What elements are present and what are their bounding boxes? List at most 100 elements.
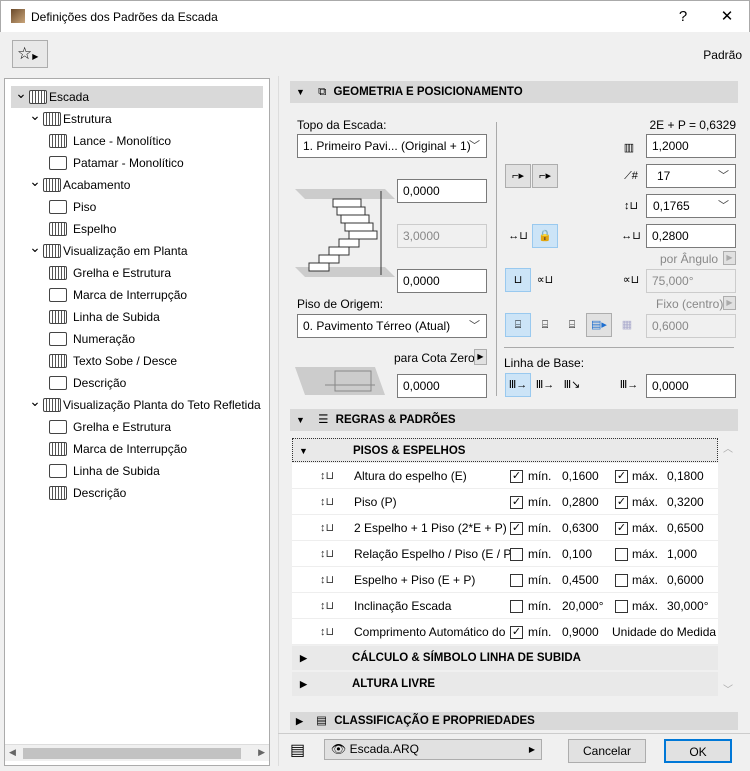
tree-item[interactable]: Marca de Interrupção — [5, 284, 263, 306]
min-checkbox[interactable]: ✓ — [510, 522, 523, 535]
tree-item[interactable]: Descrição — [5, 482, 263, 504]
tree-horizontal-scrollbar[interactable]: ◀ ▶ — [5, 744, 269, 761]
min-checkbox[interactable]: ✓ — [510, 626, 523, 639]
max-value[interactable]: 0,3200 — [667, 495, 704, 509]
max-checkbox[interactable] — [615, 600, 628, 613]
landing-type-2-button[interactable]: ⌸ — [532, 313, 558, 337]
classification-section-header[interactable]: ▶ ▤ CLASSIFICAÇÃO E PROPRIEDADES — [290, 712, 738, 730]
max-checkbox[interactable]: ✓ — [615, 522, 628, 535]
max-value[interactable]: 1,000 — [667, 547, 697, 561]
tree-item[interactable]: ⌄ Estrutura — [5, 107, 263, 130]
tread-depth-unlock-icon[interactable]: ↔⊔ — [505, 224, 531, 248]
max-checkbox[interactable]: ✓ — [615, 470, 628, 483]
landing-options-button[interactable]: ▤▸ — [586, 313, 612, 337]
top-offset-input[interactable]: 0,0000 — [397, 179, 487, 203]
scrollbar-thumb[interactable] — [23, 748, 241, 759]
min-value[interactable]: 0,100 — [562, 547, 592, 561]
min-value[interactable]: 0,4500 — [562, 573, 599, 587]
min-label: mín. — [528, 495, 552, 509]
help-button[interactable]: ? — [668, 5, 698, 29]
top-level-select[interactable]: 1. Primeiro Pavi... (Original + 1) ﹀ — [297, 134, 487, 158]
chevron-down-icon[interactable]: ⌄ — [29, 104, 41, 126]
tree-item[interactable]: Linha de Subida — [5, 306, 263, 328]
tree-item[interactable]: Patamar - Monolítico — [5, 152, 263, 174]
max-checkbox[interactable]: ✓ — [615, 496, 628, 509]
max-value[interactable]: 0,6000 — [667, 573, 704, 587]
stair-width-input[interactable]: 1,2000 — [646, 134, 736, 158]
rules-scrollbar[interactable]: ︿ ﹀ — [720, 438, 736, 698]
min-checkbox[interactable] — [510, 574, 523, 587]
favorites-button[interactable]: ☆▶ — [12, 40, 48, 68]
min-value[interactable]: 0,2800 — [562, 495, 599, 509]
angled-riser-button[interactable]: ∝⊔ — [532, 268, 558, 292]
riser-count-select[interactable]: 17 ﹀ — [646, 164, 736, 188]
baseline-right-button[interactable]: Ⅲ↘ — [559, 373, 585, 397]
min-label: mín. — [528, 547, 552, 561]
min-checkbox[interactable]: ✓ — [510, 470, 523, 483]
zero-reference-button[interactable]: ▶ — [474, 349, 487, 365]
tree-item[interactable]: Numeração — [5, 328, 263, 350]
riser-option-button[interactable]: ⌐▸ — [505, 164, 531, 188]
tread-depth-lock-icon[interactable]: 🔒 — [532, 224, 558, 248]
tree-item[interactable]: Lance - Monolítico — [5, 130, 263, 152]
subsection-walking-line[interactable]: ▶ CÁLCULO & SÍMBOLO LINHA DE SUBIDA — [292, 646, 718, 670]
rule-icon: ↕⊔ — [320, 600, 335, 612]
max-checkbox[interactable] — [615, 548, 628, 561]
layer-select[interactable]: 👁 Escada.ARQ ▶ — [324, 739, 542, 760]
baseline-offset-input[interactable]: 0,0000 — [646, 374, 736, 398]
max-value[interactable]: 0,1800 — [667, 469, 704, 483]
max-value[interactable]: 30,000° — [667, 599, 709, 613]
tree-item-label: Marca de Interrupção — [73, 288, 188, 302]
cancel-button[interactable]: Cancelar — [568, 739, 646, 763]
straight-riser-button[interactable]: ⊔ — [505, 268, 531, 292]
origin-level-select[interactable]: 0. Pavimento Térreo (Atual) ﹀ — [297, 314, 487, 338]
chevron-down-icon[interactable]: ⌄ — [29, 170, 41, 192]
tree-item[interactable]: ⌄ Escada — [11, 85, 263, 108]
tree-item[interactable]: Grelha e Estrutura — [5, 416, 263, 438]
riser-option-button-2[interactable]: ⌐▸ — [532, 164, 558, 188]
tree-item[interactable]: Linha de Subida — [5, 460, 263, 482]
tread-depth-input[interactable]: 0,2800 — [646, 224, 736, 248]
max-checkbox[interactable] — [615, 574, 628, 587]
bottom-offset-input[interactable]: 0,0000 — [397, 269, 487, 293]
tree-item[interactable]: Descrição — [5, 372, 263, 394]
angle-mode-button[interactable]: ▶ — [723, 251, 736, 265]
rule-label: Altura do espelho (E) — [354, 469, 467, 483]
tree-item[interactable]: ⌄ Acabamento — [5, 173, 263, 196]
geometry-section-header[interactable]: ▼ ⧉ GEOMETRIA E POSICIONAMENTO — [290, 81, 738, 103]
rule-icon: ↕⊔ — [320, 574, 335, 586]
min-checkbox[interactable] — [510, 548, 523, 561]
close-button[interactable]: ✕ — [712, 5, 742, 29]
chevron-down-icon[interactable]: ⌄ — [15, 82, 27, 104]
max-value[interactable]: 0,6500 — [667, 521, 704, 535]
tree-item-label: Escada — [49, 90, 90, 104]
chevron-down-icon[interactable]: ⌄ — [29, 236, 41, 258]
rule-row: ↕⊔ Piso (P) ✓ mín. 0,2800 ✓ máx. 0,3200 — [292, 489, 718, 515]
riser-height-select[interactable]: 0,1765 ﹀ — [646, 194, 736, 218]
baseline-left-button[interactable]: Ⅲ→ — [505, 373, 531, 397]
tree-item[interactable]: Piso — [5, 196, 263, 218]
tree-item[interactable]: Grelha e Estrutura — [5, 262, 263, 284]
rules-section-header[interactable]: ▼ ☰ REGRAS & PADRÕES — [290, 409, 738, 431]
landing-type-1-button[interactable]: ⌸ — [505, 313, 531, 337]
settings-tree[interactable]: ⌄ Escada ⌄ Estrutura Lance - Monolítico Patam… — [4, 78, 270, 766]
min-value[interactable]: 0,9000 — [562, 625, 599, 639]
min-value[interactable]: 0,1600 — [562, 469, 599, 483]
tree-item[interactable]: ⌄ Visualização em Planta — [5, 239, 263, 262]
fixed-mode-button[interactable]: ▶ — [723, 296, 736, 310]
min-checkbox[interactable] — [510, 600, 523, 613]
tree-item[interactable]: Espelho — [5, 218, 263, 240]
subsection-treads-risers[interactable]: ▼ PISOS & ESPELHOS — [292, 438, 718, 462]
chevron-down-icon[interactable]: ⌄ — [29, 390, 41, 412]
tree-item[interactable]: Texto Sobe / Desce — [5, 350, 263, 372]
baseline-center-button[interactable]: Ⅲ→ — [532, 373, 558, 397]
min-checkbox[interactable]: ✓ — [510, 496, 523, 509]
subsection-headroom[interactable]: ▶ ALTURA LIVRE — [292, 672, 718, 696]
landing-type-3-button[interactable]: ⌸ — [559, 313, 585, 337]
ok-button[interactable]: OK — [664, 739, 732, 763]
min-value[interactable]: 20,000° — [562, 599, 604, 613]
min-value[interactable]: 0,6300 — [562, 521, 599, 535]
tree-item[interactable]: Marca de Interrupção — [5, 438, 263, 460]
tree-item[interactable]: ⌄ Visualização Planta do Teto Refletida — [5, 393, 263, 416]
zero-offset-input[interactable]: 0,0000 — [397, 374, 487, 398]
